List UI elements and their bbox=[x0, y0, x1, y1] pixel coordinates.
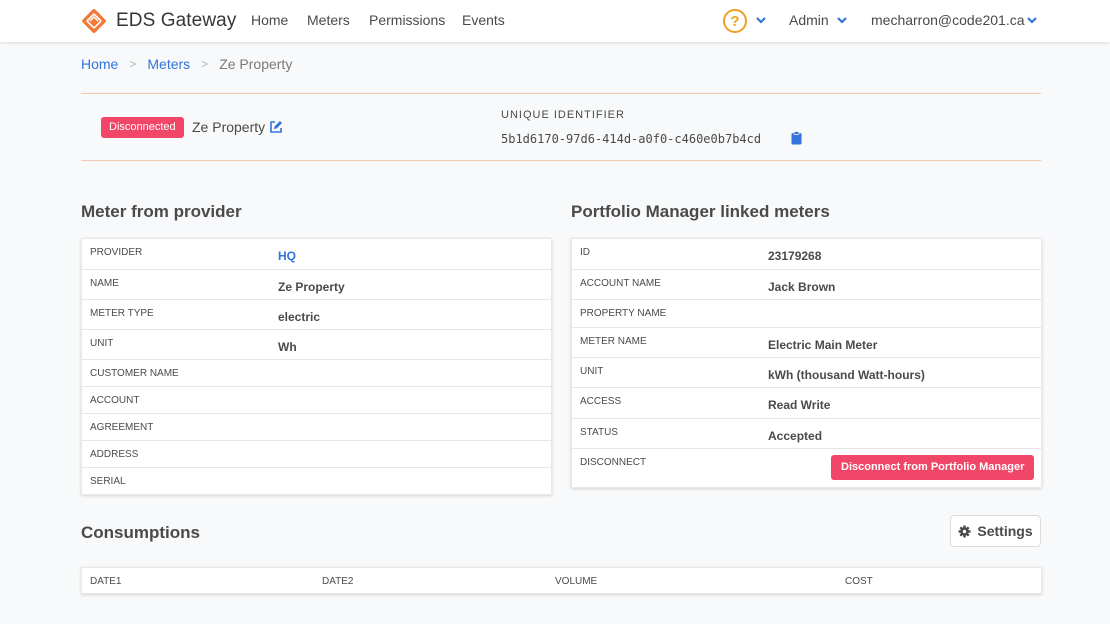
table-row: STATUS Accepted bbox=[572, 419, 1041, 449]
row-key: SERIAL bbox=[90, 476, 126, 487]
row-key: ACCOUNT NAME bbox=[580, 278, 661, 289]
column-header[interactable]: VOLUME bbox=[555, 576, 597, 587]
nav-events[interactable]: Events bbox=[462, 12, 505, 28]
table-row: UNIT Wh bbox=[82, 330, 551, 360]
row-key: ADDRESS bbox=[90, 449, 139, 460]
divider bbox=[81, 160, 1041, 161]
row-value: electric bbox=[278, 310, 321, 324]
row-value: kWh (thousand Watt-hours) bbox=[768, 368, 925, 382]
table-row: METER TYPE electric bbox=[82, 300, 551, 330]
table-row: DISCONNECT Disconnect from Portfolio Man… bbox=[572, 449, 1041, 487]
brand[interactable]: EDS Gateway bbox=[81, 8, 236, 34]
column-header[interactable]: COST bbox=[845, 576, 873, 587]
breadcrumb-home[interactable]: Home bbox=[81, 56, 118, 72]
row-key: CUSTOMER NAME bbox=[90, 368, 179, 379]
status-badge: Disconnected bbox=[101, 117, 184, 138]
help-chevron-down-icon[interactable] bbox=[755, 14, 769, 28]
clipboard-icon[interactable] bbox=[791, 131, 802, 145]
eds-logo-icon bbox=[81, 8, 107, 34]
disconnect-portfolio-button[interactable]: Disconnect from Portfolio Manager bbox=[831, 455, 1035, 480]
top-navbar: EDS Gateway Home Meters Permissions Even… bbox=[0, 0, 1110, 42]
row-key: NAME bbox=[90, 278, 119, 289]
settings-button[interactable]: Settings bbox=[950, 515, 1041, 547]
row-key: STATUS bbox=[580, 427, 618, 438]
row-key: ACCESS bbox=[580, 396, 622, 407]
breadcrumb-meters[interactable]: Meters bbox=[147, 56, 190, 72]
table-row: PROPERTY NAME bbox=[572, 300, 1041, 328]
breadcrumb-current: Ze Property bbox=[219, 56, 293, 72]
table-row: PROVIDER HQ bbox=[82, 239, 551, 270]
unique-identifier-label: UNIQUE IDENTIFIER bbox=[501, 109, 625, 121]
settings-label: Settings bbox=[977, 523, 1033, 539]
nav-meters[interactable]: Meters bbox=[307, 12, 350, 28]
table-row: AGREEMENT bbox=[82, 414, 551, 441]
table-row: CUSTOMER NAME bbox=[82, 360, 551, 387]
row-value: Electric Main Meter bbox=[768, 338, 878, 352]
column-header[interactable]: DATE1 bbox=[90, 576, 122, 587]
row-value: Read Write bbox=[768, 398, 831, 412]
row-key: ACCOUNT bbox=[90, 395, 140, 406]
table-row: NAME Ze Property bbox=[82, 270, 551, 300]
row-value: Ze Property bbox=[278, 280, 345, 294]
table-row: ACCOUNT NAME Jack Brown bbox=[572, 270, 1041, 300]
table-row: ACCESS Read Write bbox=[572, 388, 1041, 419]
admin-menu[interactable]: Admin bbox=[789, 12, 829, 28]
meter-name: Ze Property bbox=[192, 119, 266, 135]
table-row: SERIAL bbox=[82, 468, 551, 494]
row-value: Accepted bbox=[768, 429, 823, 443]
help-icon[interactable]: ? bbox=[723, 9, 747, 33]
row-value[interactable]: HQ bbox=[278, 249, 296, 263]
breadcrumb-separator: > bbox=[201, 57, 209, 71]
row-value: 23179268 bbox=[768, 249, 822, 263]
row-key: AGREEMENT bbox=[90, 422, 154, 433]
row-key: UNIT bbox=[580, 366, 604, 377]
table-row: METER NAME Electric Main Meter bbox=[572, 328, 1041, 358]
user-chevron-down-icon[interactable] bbox=[1026, 14, 1040, 28]
table-row: ADDRESS bbox=[82, 441, 551, 468]
table-row: ACCOUNT bbox=[82, 387, 551, 414]
provider-table: PROVIDER HQ NAME Ze Property METER TYPE … bbox=[81, 238, 552, 495]
portfolio-table: ID 23179268 ACCOUNT NAME Jack Brown PROP… bbox=[571, 238, 1042, 488]
column-header[interactable]: DATE2 bbox=[322, 576, 354, 587]
row-key: PROPERTY NAME bbox=[580, 308, 667, 319]
row-value: Wh bbox=[278, 340, 297, 354]
gear-icon bbox=[958, 525, 971, 538]
table-row: ID 23179268 bbox=[572, 239, 1041, 270]
admin-chevron-down-icon[interactable] bbox=[836, 14, 850, 28]
unique-identifier-value: 5b1d6170-97d6-414d-a0f0-c460e0b7b4cd bbox=[501, 132, 762, 146]
table-row: UNIT kWh (thousand Watt-hours) bbox=[572, 358, 1041, 388]
nav-permissions[interactable]: Permissions bbox=[369, 12, 445, 28]
consumptions-table-header: DATE1 DATE2 VOLUME COST bbox=[81, 567, 1042, 594]
row-key: ID bbox=[580, 247, 590, 258]
breadcrumb: Home > Meters > Ze Property bbox=[81, 56, 292, 72]
provider-section-title: Meter from provider bbox=[81, 202, 242, 221]
breadcrumb-separator: > bbox=[129, 57, 137, 71]
edit-icon[interactable] bbox=[269, 120, 283, 134]
nav-home[interactable]: Home bbox=[251, 12, 288, 28]
user-menu[interactable]: mecharron@code201.ca bbox=[871, 12, 1025, 28]
row-key: METER TYPE bbox=[90, 308, 154, 319]
row-key: DISCONNECT bbox=[580, 457, 647, 468]
brand-name: EDS Gateway bbox=[116, 10, 237, 31]
divider bbox=[81, 93, 1041, 94]
consumptions-title: Consumptions bbox=[81, 523, 200, 542]
row-key: METER NAME bbox=[580, 336, 647, 347]
portfolio-section-title: Portfolio Manager linked meters bbox=[571, 202, 830, 221]
row-key: UNIT bbox=[90, 338, 114, 349]
row-key: PROVIDER bbox=[90, 247, 143, 258]
row-value: Jack Brown bbox=[768, 280, 836, 294]
